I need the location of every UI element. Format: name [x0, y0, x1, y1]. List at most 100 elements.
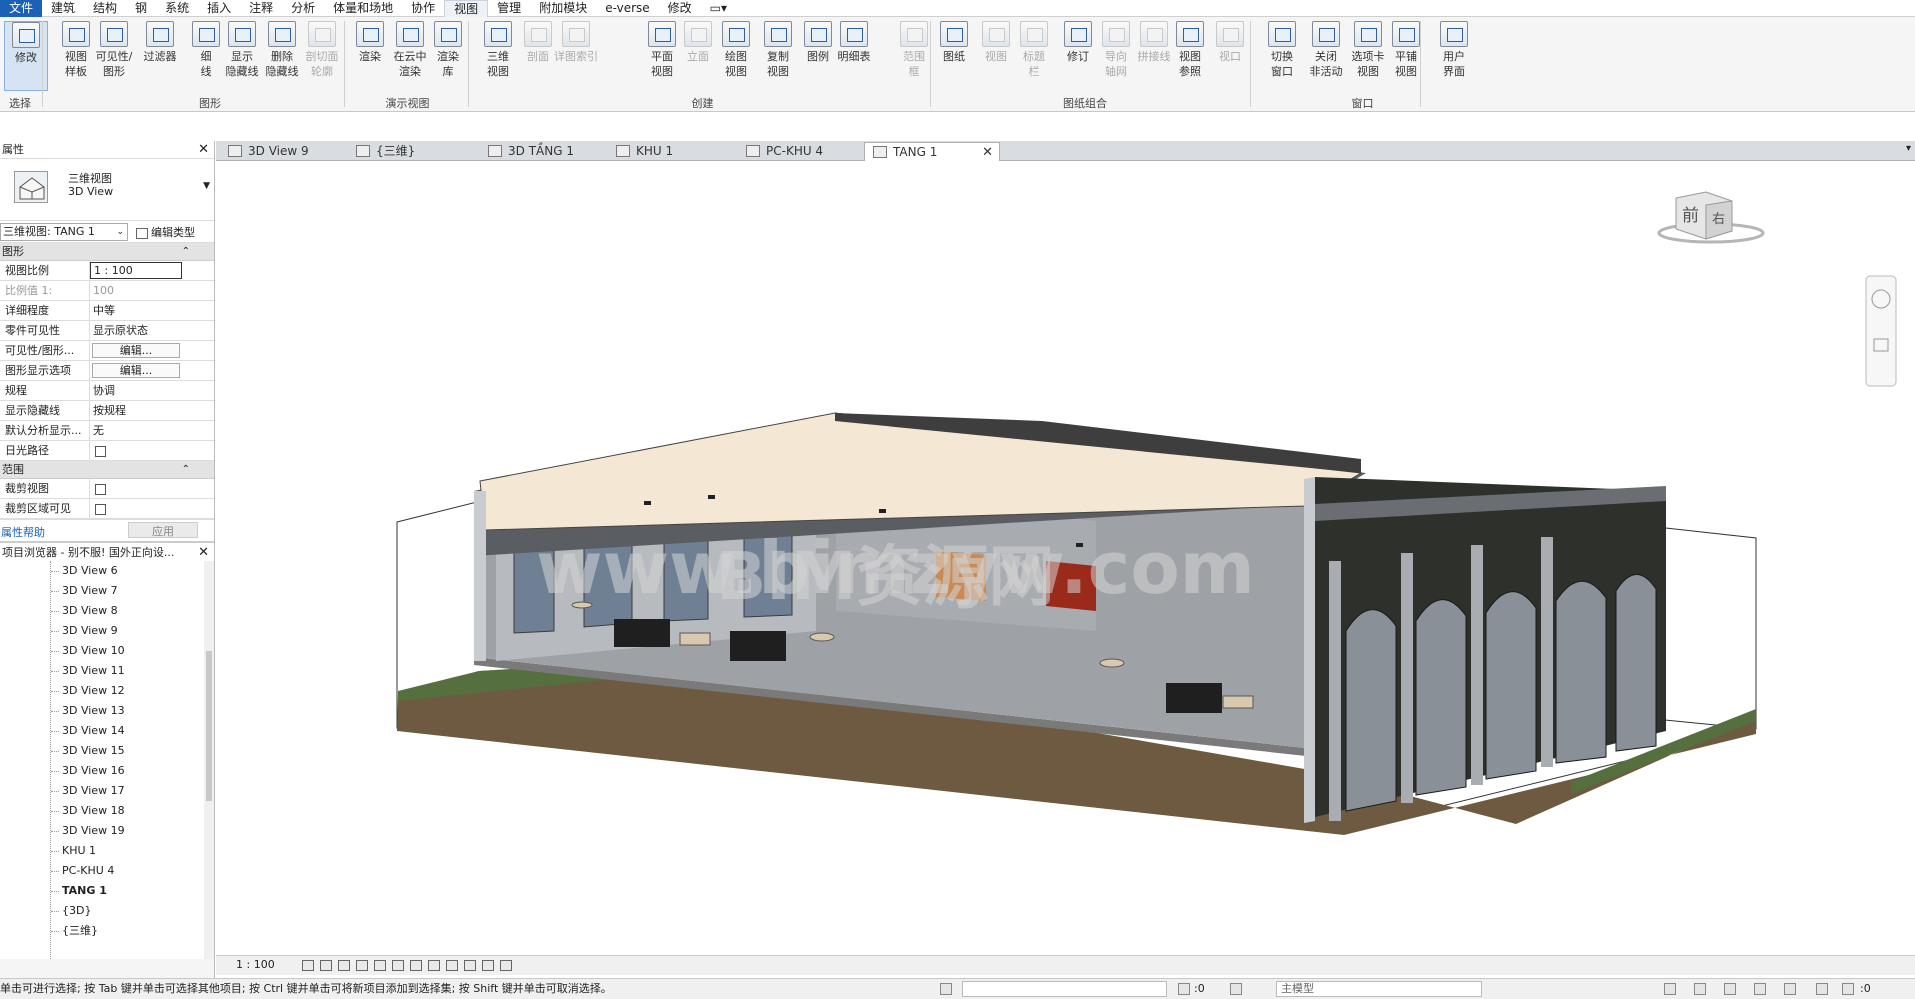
crop-region-icon[interactable] [410, 960, 422, 971]
viewcube-right-label[interactable]: 右 [1712, 212, 1725, 227]
edit-type-button[interactable]: 编辑类型 [136, 224, 195, 240]
close-icon[interactable]: ✕ [198, 543, 209, 563]
browser-item[interactable]: 3D View 11 [0, 661, 214, 681]
browser-item[interactable]: 3D View 16 [0, 761, 214, 781]
collapse-icon[interactable]: ⌃ [182, 243, 190, 261]
close-icon[interactable]: ✕ [982, 143, 993, 162]
drag-select-icon[interactable] [1784, 983, 1796, 995]
property-value[interactable]: 协调 [90, 381, 182, 400]
ribbon-button[interactable]: 剖切面 轮廓 [300, 21, 344, 79]
properties-help-link[interactable]: 属性帮助 [1, 524, 45, 540]
view-tab[interactable]: 3D View 9 [220, 142, 342, 161]
crop-icon[interactable] [392, 960, 404, 971]
browser-item[interactable]: 3D View 18 [0, 801, 214, 821]
ribbon-button[interactable]: 可见性/ 图形 [92, 21, 136, 79]
edit-button[interactable]: 编辑... [92, 363, 180, 378]
menu-item[interactable]: e-verse [596, 0, 658, 17]
view-selector[interactable]: 三维视图: TANG 1 ⌄ [0, 223, 128, 241]
view-tab[interactable]: 3D TẦNG 1 [480, 142, 602, 161]
filter-icon[interactable] [1842, 983, 1854, 995]
ribbon-button[interactable]: 关闭 非活动 [1304, 21, 1348, 79]
menu-item[interactable]: 插入 [198, 0, 240, 17]
browser-item[interactable]: 3D View 9 [0, 621, 214, 641]
checkbox[interactable] [95, 503, 106, 515]
browser-item[interactable]: KHU 1 [0, 841, 214, 861]
tab-overflow-icon[interactable]: ▾ [1906, 143, 1911, 154]
property-value[interactable]: 1 : 100 [90, 262, 182, 279]
view-tab[interactable]: KHU 1 [608, 142, 732, 161]
quick-access-dropdown-icon[interactable]: ▭▾ [701, 0, 736, 17]
property-value[interactable] [90, 479, 182, 498]
browser-item[interactable]: {3D} [0, 901, 214, 921]
view-tab[interactable]: TANG 1 ✕ [864, 142, 1000, 161]
detail-level-icon[interactable] [302, 960, 314, 971]
ribbon-button[interactable]: 渲染 库 [426, 21, 470, 79]
ribbon-button[interactable]: 视图 参照 [1168, 21, 1212, 79]
ribbon-button[interactable]: 详图索引 [554, 21, 598, 64]
property-value[interactable]: 中等 [90, 301, 182, 320]
worksharing-icon[interactable] [940, 983, 952, 995]
property-value[interactable]: 显示原状态 [90, 321, 182, 340]
property-value[interactable]: 编辑... [90, 341, 182, 360]
menu-item[interactable]: 注释 [240, 0, 282, 17]
menu-item[interactable]: 钢 [126, 0, 156, 17]
browser-item[interactable]: 3D View 17 [0, 781, 214, 801]
editable-icon[interactable] [1178, 983, 1190, 995]
browser-item[interactable]: 3D View 15 [0, 741, 214, 761]
close-icon[interactable]: ✕ [198, 141, 209, 159]
render-icon[interactable] [374, 960, 386, 971]
ribbon-button[interactable]: 显示 隐藏线 [220, 21, 264, 79]
menu-item[interactable]: 修改 [659, 0, 701, 17]
browser-item[interactable]: PC-KHU 4 [0, 861, 214, 881]
workset-select[interactable] [962, 981, 1167, 997]
menu-item[interactable]: 协作 [402, 0, 444, 17]
menu-item[interactable]: 结构 [84, 0, 126, 17]
reveal-hidden-icon[interactable] [464, 960, 476, 971]
menu-item[interactable]: 视图 [444, 0, 489, 17]
design-options-icon[interactable] [1230, 983, 1242, 995]
ribbon-button[interactable]: 视口 [1208, 21, 1252, 64]
type-selector[interactable]: 三维视图 3D View ▼ [0, 159, 214, 221]
workset-icon[interactable] [482, 960, 494, 971]
browser-item[interactable]: 3D View 10 [0, 641, 214, 661]
viewcube-front-label[interactable]: 前 [1682, 206, 1699, 226]
ribbon-button[interactable]: 标题 栏 [1012, 21, 1056, 79]
browser-item[interactable]: 3D View 7 [0, 581, 214, 601]
ribbon-button[interactable]: 用户 界面 [1432, 21, 1476, 79]
collapse-icon[interactable]: ⌃ [182, 461, 190, 479]
navigation-bar[interactable] [1865, 275, 1897, 387]
link-select-icon[interactable] [1664, 983, 1676, 995]
ribbon-button[interactable]: 复制 视图 [756, 21, 800, 79]
menu-item[interactable]: 文件 [0, 0, 43, 17]
ribbon-button[interactable]: 平铺 视图 [1384, 21, 1428, 79]
property-value[interactable]: 编辑... [90, 361, 182, 380]
face-select-icon[interactable] [1754, 983, 1766, 995]
ribbon-button[interactable]: 渲染 [348, 21, 392, 64]
temp-hide-icon[interactable] [446, 960, 458, 971]
ribbon-button[interactable]: 明细表 [832, 21, 876, 64]
checkbox[interactable] [95, 483, 106, 495]
ribbon-button[interactable]: 切换 窗口 [1260, 21, 1304, 79]
menu-item[interactable]: 建筑 [42, 0, 84, 17]
view-tab[interactable]: PC-KHU 4 [738, 142, 860, 161]
analytical-icon[interactable] [500, 960, 512, 971]
ribbon-button[interactable]: 绘图 视图 [714, 21, 758, 79]
section-graphics[interactable]: 图形 ⌃ [0, 243, 214, 261]
visual-style-icon[interactable] [320, 960, 332, 971]
browser-item[interactable]: 3D View 12 [0, 681, 214, 701]
drawing-canvas[interactable]: BIM资源网 www.bimzyw.com 前 右 [216, 161, 1915, 955]
view-tab[interactable]: {三维} [348, 142, 474, 161]
ribbon-button[interactable]: 图纸 [932, 21, 976, 64]
checkbox[interactable] [95, 445, 106, 457]
browser-item[interactable]: 3D View 14 [0, 721, 214, 741]
apply-button[interactable]: 应用 [128, 522, 198, 538]
menu-item[interactable]: 系统 [156, 0, 198, 17]
ribbon-button[interactable]: 过滤器 [138, 21, 182, 64]
browser-item[interactable]: 3D View 8 [0, 601, 214, 621]
browser-item[interactable]: 3D View 13 [0, 701, 214, 721]
menu-item[interactable]: 体量和场地 [324, 0, 402, 17]
property-value[interactable]: 按规程 [90, 401, 182, 420]
view-cube[interactable]: 前 右 [1657, 191, 1765, 244]
browser-item[interactable]: {三维} [0, 921, 214, 941]
edit-button[interactable]: 编辑... [92, 343, 180, 358]
